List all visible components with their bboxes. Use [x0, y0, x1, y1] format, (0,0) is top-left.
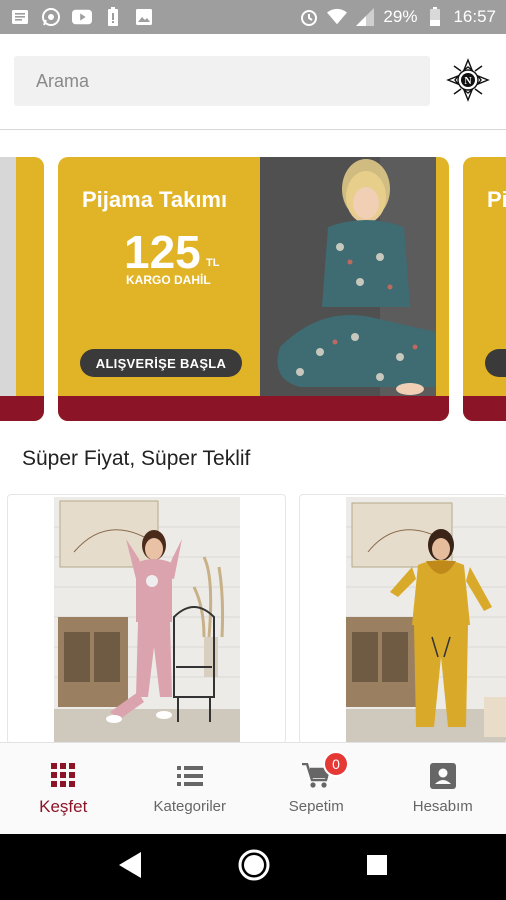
- search-input[interactable]: [14, 56, 430, 106]
- nav-account-label: Hesabım: [412, 798, 473, 815]
- banner-model-image: [260, 157, 436, 396]
- svg-text:N: N: [464, 76, 472, 87]
- nav-discover[interactable]: Keşfet: [0, 743, 127, 834]
- search-header: N: [0, 34, 506, 130]
- brand-logo[interactable]: N: [446, 58, 490, 102]
- promo-banner[interactable]: Pijama Takımı 125 TL KARGO DAHİL ALIŞVER…: [58, 157, 449, 421]
- message-icon: [10, 7, 30, 27]
- shop-now-button[interactable]: ALIŞVERİŞE BAŞLA: [80, 349, 242, 377]
- nav-cart-label: Sepetim: [288, 798, 344, 815]
- battery-alert-icon: [103, 7, 123, 27]
- banner-next-title: Pi: [487, 187, 506, 212]
- status-bar: 29% 16:57: [0, 0, 506, 34]
- promo-carousel[interactable]: Pijama Takımı 125 TL KARGO DAHİL ALIŞVER…: [0, 157, 506, 421]
- bottom-navigation: Keşfet Kategoriler 0 Sepetim Hesabım: [0, 742, 506, 834]
- system-navigation-bar: [0, 834, 506, 900]
- nav-discover-label: Keşfet: [39, 796, 88, 816]
- whatsapp-icon: [41, 7, 61, 27]
- image-icon: [134, 7, 154, 27]
- nav-categories[interactable]: Kategoriler: [127, 743, 254, 834]
- banner-shipping: KARGO DAHİL: [126, 273, 211, 287]
- banner-currency: TL: [206, 257, 220, 269]
- product-image: [346, 497, 506, 743]
- banner-price: 125: [124, 226, 201, 278]
- cart-count-badge: 0: [323, 751, 349, 777]
- banner-title: Pijama Takımı: [82, 187, 228, 212]
- back-icon[interactable]: [117, 851, 143, 884]
- section-title: Süper Fiyat, Süper Teklif: [22, 447, 251, 470]
- promo-banner-next[interactable]: Pi: [463, 157, 506, 421]
- list-icon: [176, 762, 204, 790]
- youtube-icon: [72, 7, 92, 27]
- recents-icon[interactable]: [365, 853, 389, 882]
- product-card[interactable]: [299, 494, 506, 744]
- banner-footer-stripe: [58, 396, 449, 421]
- product-card[interactable]: [7, 494, 286, 744]
- nav-categories-label: Kategoriler: [153, 798, 227, 815]
- battery-icon: [425, 7, 445, 27]
- product-image: [54, 497, 240, 743]
- signal-icon: [355, 7, 375, 27]
- grid-icon: [49, 761, 77, 789]
- wifi-icon: [327, 7, 348, 27]
- clock: 16:57: [453, 7, 496, 26]
- nav-account[interactable]: Hesabım: [380, 743, 506, 834]
- battery-percent: 29%: [383, 7, 418, 26]
- home-icon[interactable]: [237, 848, 271, 887]
- alarm-icon: [299, 7, 319, 27]
- account-icon: [429, 762, 457, 790]
- nav-cart[interactable]: 0 Sepetim: [253, 743, 380, 834]
- promo-banner-prev[interactable]: [0, 157, 44, 421]
